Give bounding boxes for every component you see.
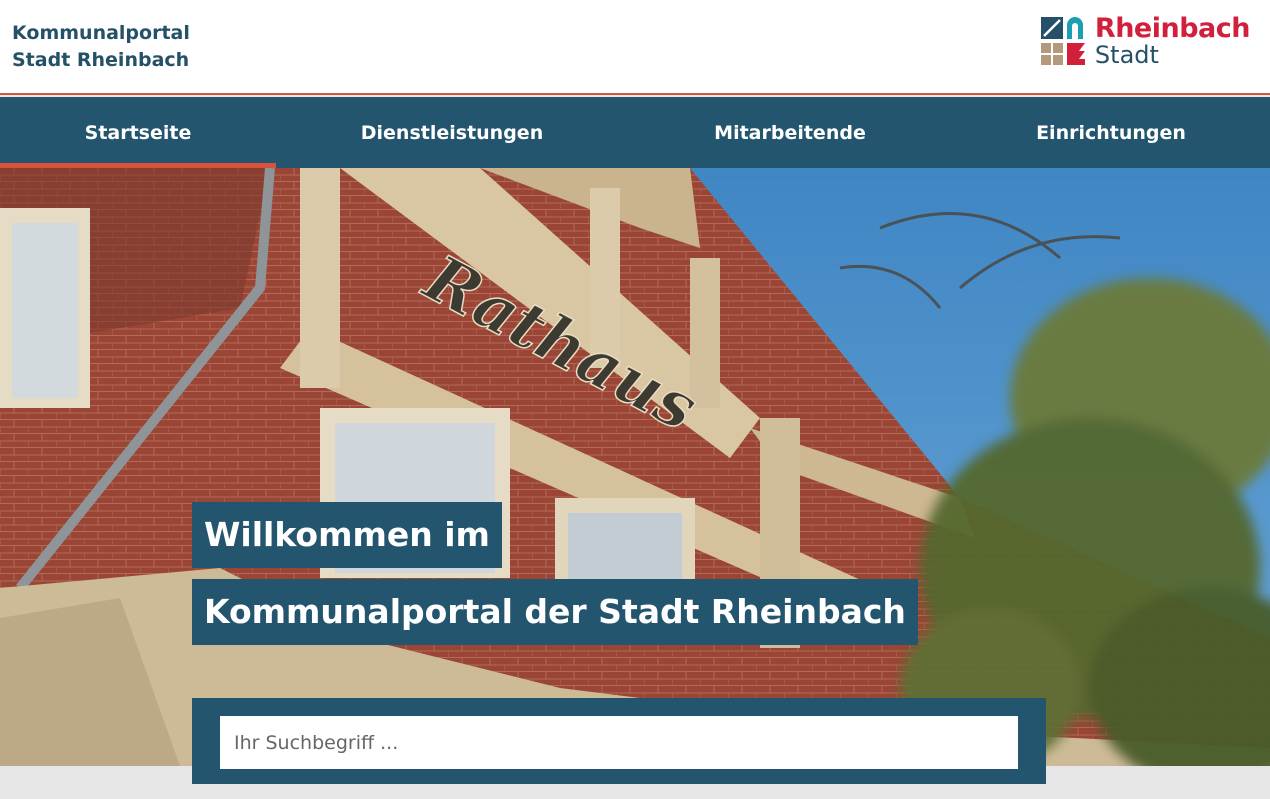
search-input[interactable] <box>220 716 1018 769</box>
portal-title-line1: Kommunalportal <box>12 22 190 44</box>
nav-item-einrichtungen[interactable]: Einrichtungen <box>952 97 1270 168</box>
welcome-heading-line1: Willkommen im <box>192 502 502 568</box>
welcome-heading-line2: Kommunalportal der Stadt Rheinbach <box>192 579 918 645</box>
city-logo-icon <box>1040 17 1085 65</box>
search-panel <box>192 698 1046 784</box>
logo-line1: Rheinbach <box>1094 13 1251 44</box>
hero-section: Rathaus Willkommen im Kommunalportal der… <box>0 168 1270 766</box>
site-header: Kommunalportal Stadt Rheinbach Rheinbach… <box>0 0 1270 95</box>
nav-item-startseite[interactable]: Startseite <box>0 97 276 168</box>
nav-item-dienstleistungen[interactable]: Dienstleistungen <box>276 97 628 168</box>
logo-line2: Stadt <box>1094 41 1159 69</box>
hero-image-town-hall: Rathaus <box>0 168 1270 766</box>
rheinbach-logo[interactable]: Rheinbach Stadt <box>1039 13 1251 69</box>
logo-wordmark: Rheinbach Stadt <box>1094 13 1251 69</box>
nav-item-mitarbeitende[interactable]: Mitarbeitende <box>628 97 952 168</box>
main-navigation: Startseite Dienstleistungen Mitarbeitend… <box>0 97 1270 168</box>
portal-title[interactable]: Kommunalportal Stadt Rheinbach <box>12 20 190 74</box>
portal-title-line2: Stadt Rheinbach <box>12 49 190 71</box>
